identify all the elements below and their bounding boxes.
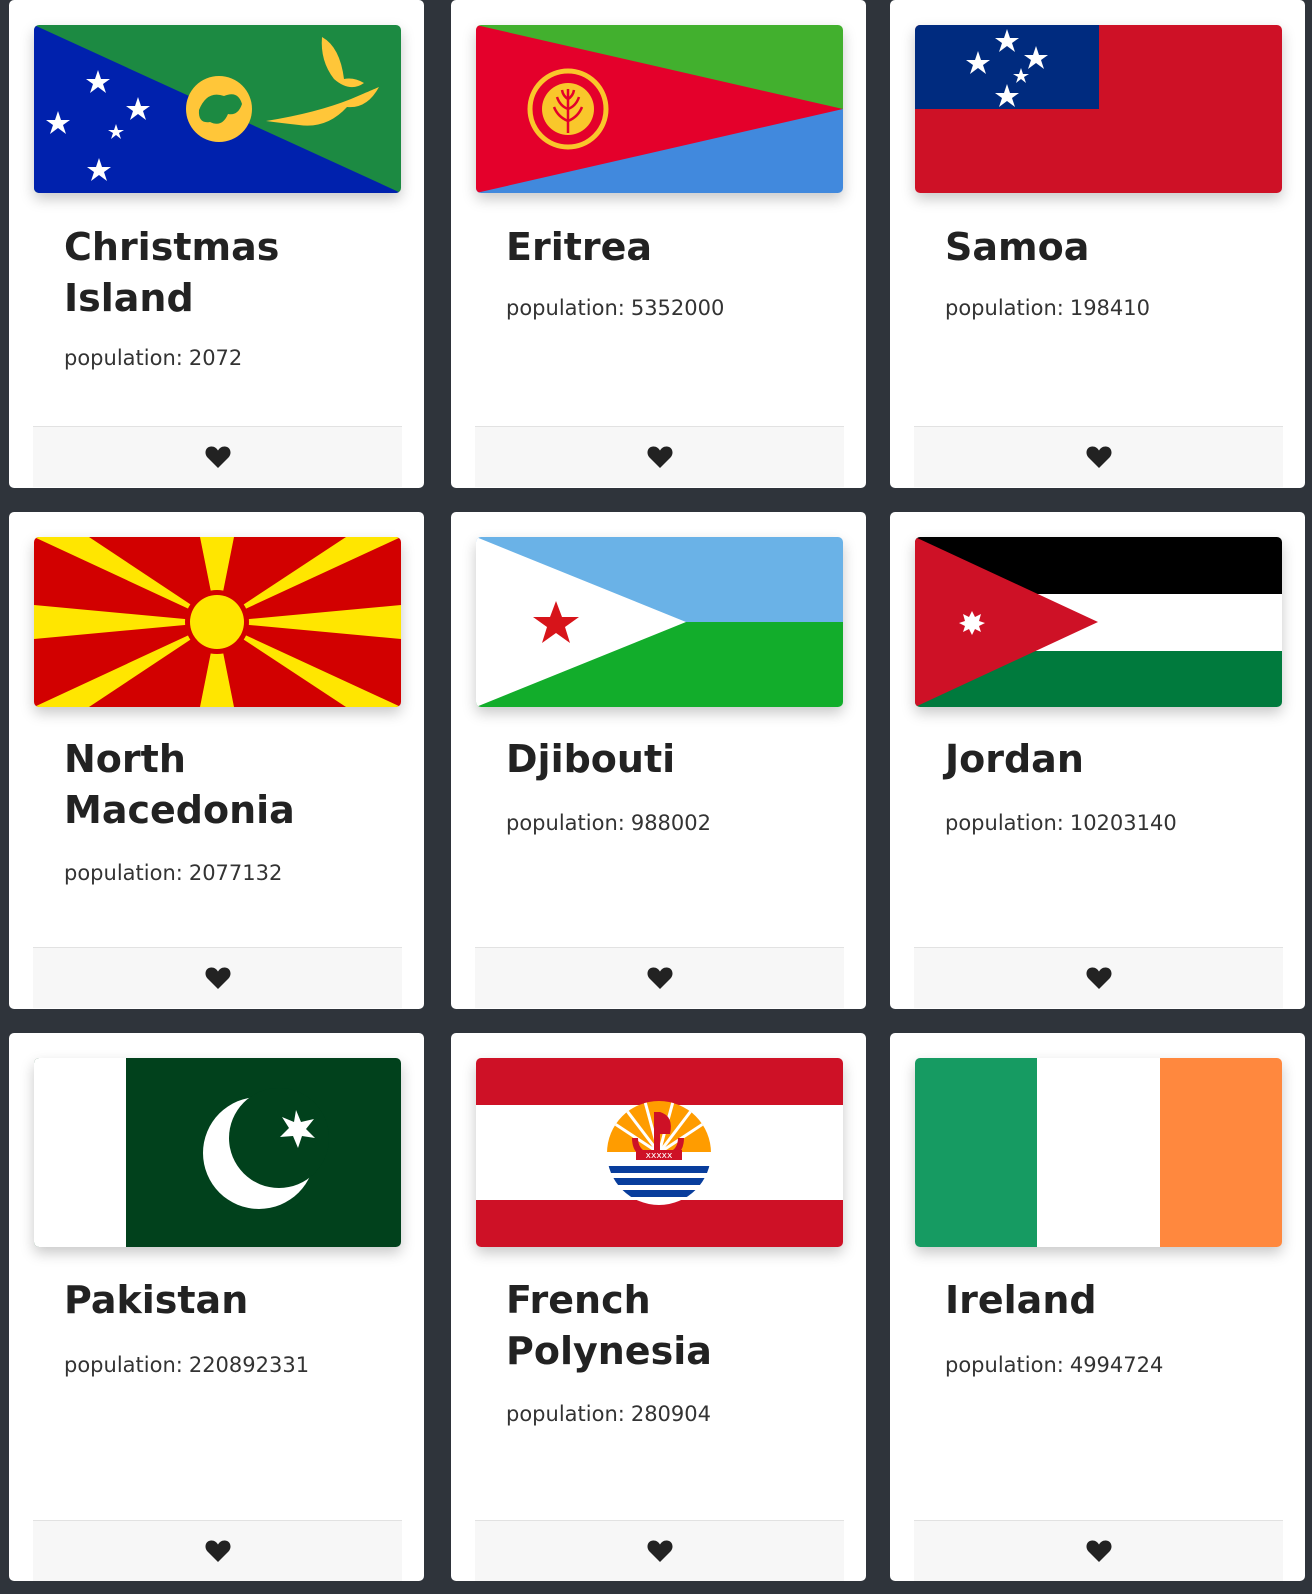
population-text: population: 2077132 bbox=[64, 861, 282, 885]
card-footer bbox=[914, 426, 1283, 487]
population-label: population: bbox=[506, 1402, 625, 1426]
population-text: population: 2072 bbox=[64, 346, 242, 370]
country-card-pakistan: Pakistan population: 220892331 bbox=[9, 1033, 424, 1581]
population-text: population: 4994724 bbox=[945, 1353, 1163, 1377]
population-text: population: 198410 bbox=[945, 296, 1150, 320]
card-footer bbox=[33, 426, 402, 487]
population-label: population: bbox=[506, 811, 625, 835]
svg-text:xxxxx: xxxxx bbox=[646, 1151, 673, 1161]
heart-icon[interactable] bbox=[1085, 445, 1112, 469]
heart-icon[interactable] bbox=[646, 966, 673, 990]
flag-north-macedonia bbox=[34, 537, 401, 707]
heart-icon[interactable] bbox=[204, 445, 231, 469]
population-value: 5352000 bbox=[630, 296, 725, 320]
population-label: population: bbox=[64, 346, 183, 370]
flag-samoa bbox=[915, 25, 1282, 193]
heart-icon[interactable] bbox=[204, 1539, 231, 1563]
population-text: population: 280904 bbox=[506, 1402, 711, 1426]
country-name: Jordan bbox=[945, 737, 1084, 781]
card-footer bbox=[475, 426, 844, 487]
card-footer bbox=[33, 1520, 402, 1581]
population-text: population: 220892331 bbox=[64, 1353, 309, 1377]
flag-french-polynesia: xxxxx bbox=[476, 1058, 843, 1247]
heart-icon[interactable] bbox=[646, 445, 673, 469]
flag-djibouti bbox=[476, 537, 843, 707]
population-value: 2077132 bbox=[188, 861, 283, 885]
population-value: 220892331 bbox=[188, 1353, 310, 1377]
country-name: Christmas Island bbox=[64, 225, 280, 320]
country-card-samoa: Samoa population: 198410 bbox=[890, 0, 1305, 488]
heart-icon[interactable] bbox=[646, 1539, 673, 1563]
population-text: population: 10203140 bbox=[945, 811, 1177, 835]
population-text: population: 5352000 bbox=[506, 296, 724, 320]
country-name: Ireland bbox=[945, 1278, 1097, 1322]
country-card-french-polynesia: xxxxx French Polynesia population: 280904 bbox=[451, 1033, 866, 1581]
country-name: Eritrea bbox=[506, 225, 653, 269]
population-value: 988002 bbox=[630, 811, 711, 835]
country-name: Samoa bbox=[945, 225, 1090, 269]
population-label: population: bbox=[506, 296, 625, 320]
country-card-north-macedonia: North Macedonia population: 2077132 bbox=[9, 512, 424, 1009]
flag-jordan bbox=[915, 537, 1282, 707]
heart-icon[interactable] bbox=[204, 966, 231, 990]
flag-eritrea bbox=[476, 25, 843, 193]
population-value: 198410 bbox=[1069, 296, 1150, 320]
population-value: 2072 bbox=[188, 346, 243, 370]
country-name: French Polynesia bbox=[506, 1278, 712, 1373]
population-label: population: bbox=[945, 296, 1064, 320]
population-label: population: bbox=[945, 811, 1064, 835]
country-card-djibouti: Djibouti population: 988002 bbox=[451, 512, 866, 1009]
population-value: 280904 bbox=[630, 1402, 711, 1426]
country-card-jordan: Jordan population: 10203140 bbox=[890, 512, 1305, 1009]
heart-icon[interactable] bbox=[1085, 1539, 1112, 1563]
population-value: 10203140 bbox=[1069, 811, 1177, 835]
country-card-christmas-island: Christmas Island population: 2072 bbox=[9, 0, 424, 488]
card-footer bbox=[33, 947, 402, 1008]
population-text: population: 988002 bbox=[506, 811, 711, 835]
population-label: population: bbox=[945, 1353, 1064, 1377]
country-card-ireland: Ireland population: 4994724 bbox=[890, 1033, 1305, 1581]
country-card-eritrea: Eritrea population: 5352000 bbox=[451, 0, 866, 488]
card-footer bbox=[914, 1520, 1283, 1581]
flag-ireland bbox=[915, 1058, 1282, 1247]
flag-pakistan bbox=[34, 1058, 401, 1247]
country-name: North Macedonia bbox=[64, 737, 295, 832]
population-label: population: bbox=[64, 861, 183, 885]
card-footer bbox=[914, 947, 1283, 1008]
country-name: Pakistan bbox=[64, 1278, 249, 1322]
card-footer bbox=[475, 947, 844, 1008]
population-label: population: bbox=[64, 1353, 183, 1377]
country-name: Djibouti bbox=[506, 737, 676, 781]
population-value: 4994724 bbox=[1069, 1353, 1164, 1377]
heart-icon[interactable] bbox=[1085, 966, 1112, 990]
flag-christmas-island bbox=[34, 25, 401, 193]
card-footer bbox=[475, 1520, 844, 1581]
